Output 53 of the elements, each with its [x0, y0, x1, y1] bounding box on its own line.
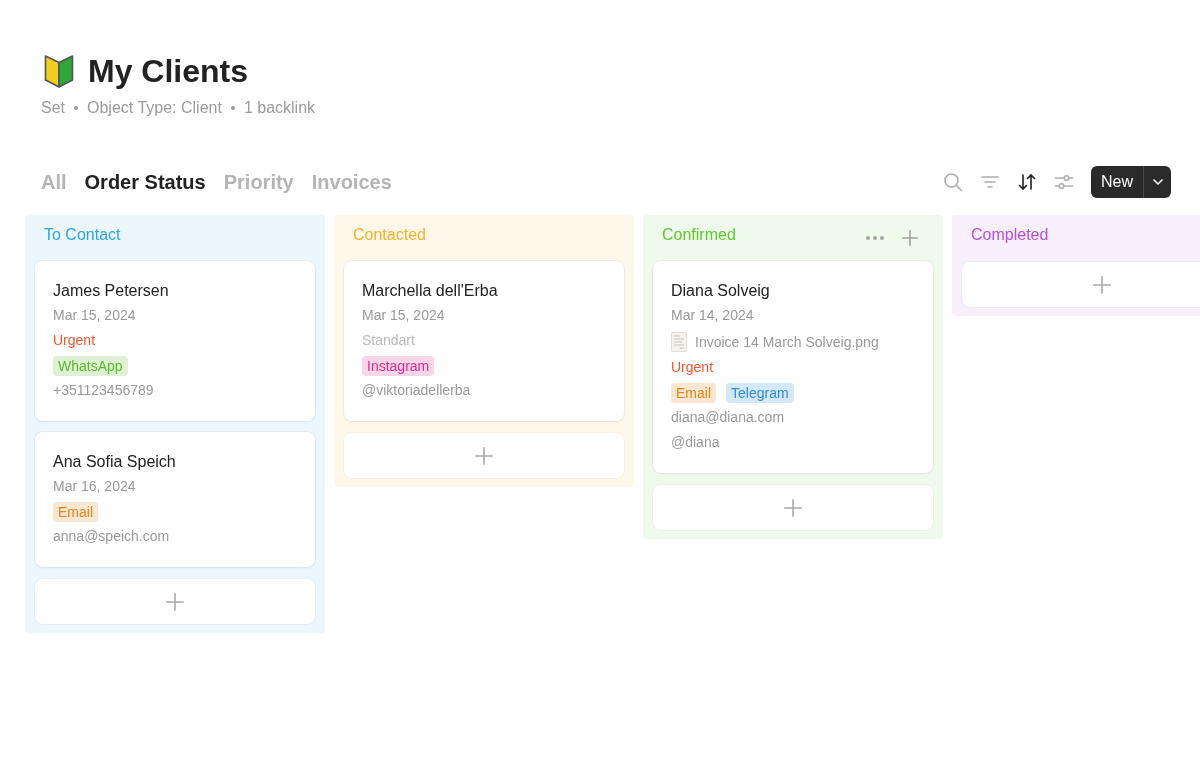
- column-title: To Contact: [44, 225, 121, 245]
- column-title: Confirmed: [662, 225, 736, 245]
- plus-icon: [166, 592, 184, 611]
- contact-detail: +351123456789: [53, 381, 154, 400]
- channel-tag: Instagram: [362, 355, 435, 376]
- client-card[interactable]: James Petersen Mar 15, 2024 Urgent WhatsApp +351123456789: [35, 261, 315, 421]
- plus-icon[interactable]: [902, 230, 918, 246]
- dropdown-button[interactable]: [1143, 166, 1171, 198]
- document-thumbnail-icon: [671, 331, 687, 352]
- card-date: Mar 16, 2024: [53, 477, 136, 496]
- sliders-icon[interactable]: [1054, 172, 1074, 192]
- column-title: Contacted: [353, 225, 426, 245]
- channel-tag: Email: [671, 382, 716, 403]
- add-card-button[interactable]: [653, 485, 933, 530]
- dot-icon: [74, 106, 78, 110]
- plus-icon: [475, 446, 493, 465]
- add-card-button[interactable]: [344, 433, 624, 478]
- dot-icon: [230, 106, 235, 110]
- contact-detail: diana@diana.com: [671, 408, 785, 427]
- client-name: Ana Sofia Speich: [53, 452, 176, 472]
- more-icon[interactable]: [866, 236, 884, 240]
- new-button[interactable]: New: [1091, 166, 1143, 198]
- contact-detail: anna@speich.com: [53, 527, 170, 546]
- priority-label: Urgent: [671, 358, 714, 377]
- priority-label: Urgent: [53, 331, 96, 350]
- chevron-down-icon: [1152, 179, 1163, 185]
- priority-label: Standart: [362, 331, 415, 350]
- channel-tag: Telegram: [726, 382, 794, 403]
- client-card[interactable]: Diana Solveig Mar 14, 2024 Invoice 14 March Solveig.png Urgent Email Telegram diana@diana.com @diana: [653, 261, 933, 473]
- page-title: My Clients: [88, 52, 249, 90]
- search-icon[interactable]: [943, 172, 963, 192]
- column-title: Completed: [971, 225, 1049, 245]
- client-card[interactable]: Ana Sofia Speich Mar 16, 2024 Email anna@speich.com: [35, 432, 315, 567]
- card-date: Mar 14, 2024: [671, 306, 754, 325]
- beginner-mark-icon: [43, 53, 75, 89]
- add-card-button[interactable]: [962, 262, 1200, 307]
- client-name: James Petersen: [53, 281, 169, 301]
- plus-icon: [784, 498, 802, 517]
- plus-icon: [1093, 275, 1111, 294]
- view-tab[interactable]: Order Status: [84, 169, 206, 195]
- client-name: Diana Solveig: [671, 281, 770, 301]
- meta-text: Set: [41, 98, 65, 118]
- channel-tag: Email: [53, 501, 98, 522]
- channel-tag: WhatsApp: [53, 355, 128, 376]
- add-card-button[interactable]: [35, 579, 315, 624]
- contact-detail: @diana: [671, 433, 720, 452]
- sort-arrows-icon[interactable]: [1017, 172, 1037, 192]
- card-date: Mar 15, 2024: [53, 306, 136, 325]
- client-name: Marchella dell'Erba: [362, 281, 498, 301]
- contact-detail: @viktoriadellerba: [362, 381, 471, 400]
- card-date: Mar 15, 2024: [362, 306, 445, 325]
- meta-text: Object Type: Client: [87, 98, 222, 118]
- client-card[interactable]: Marchella dell'Erba Mar 15, 2024 Standart Instagram @viktoriadellerba: [344, 261, 624, 421]
